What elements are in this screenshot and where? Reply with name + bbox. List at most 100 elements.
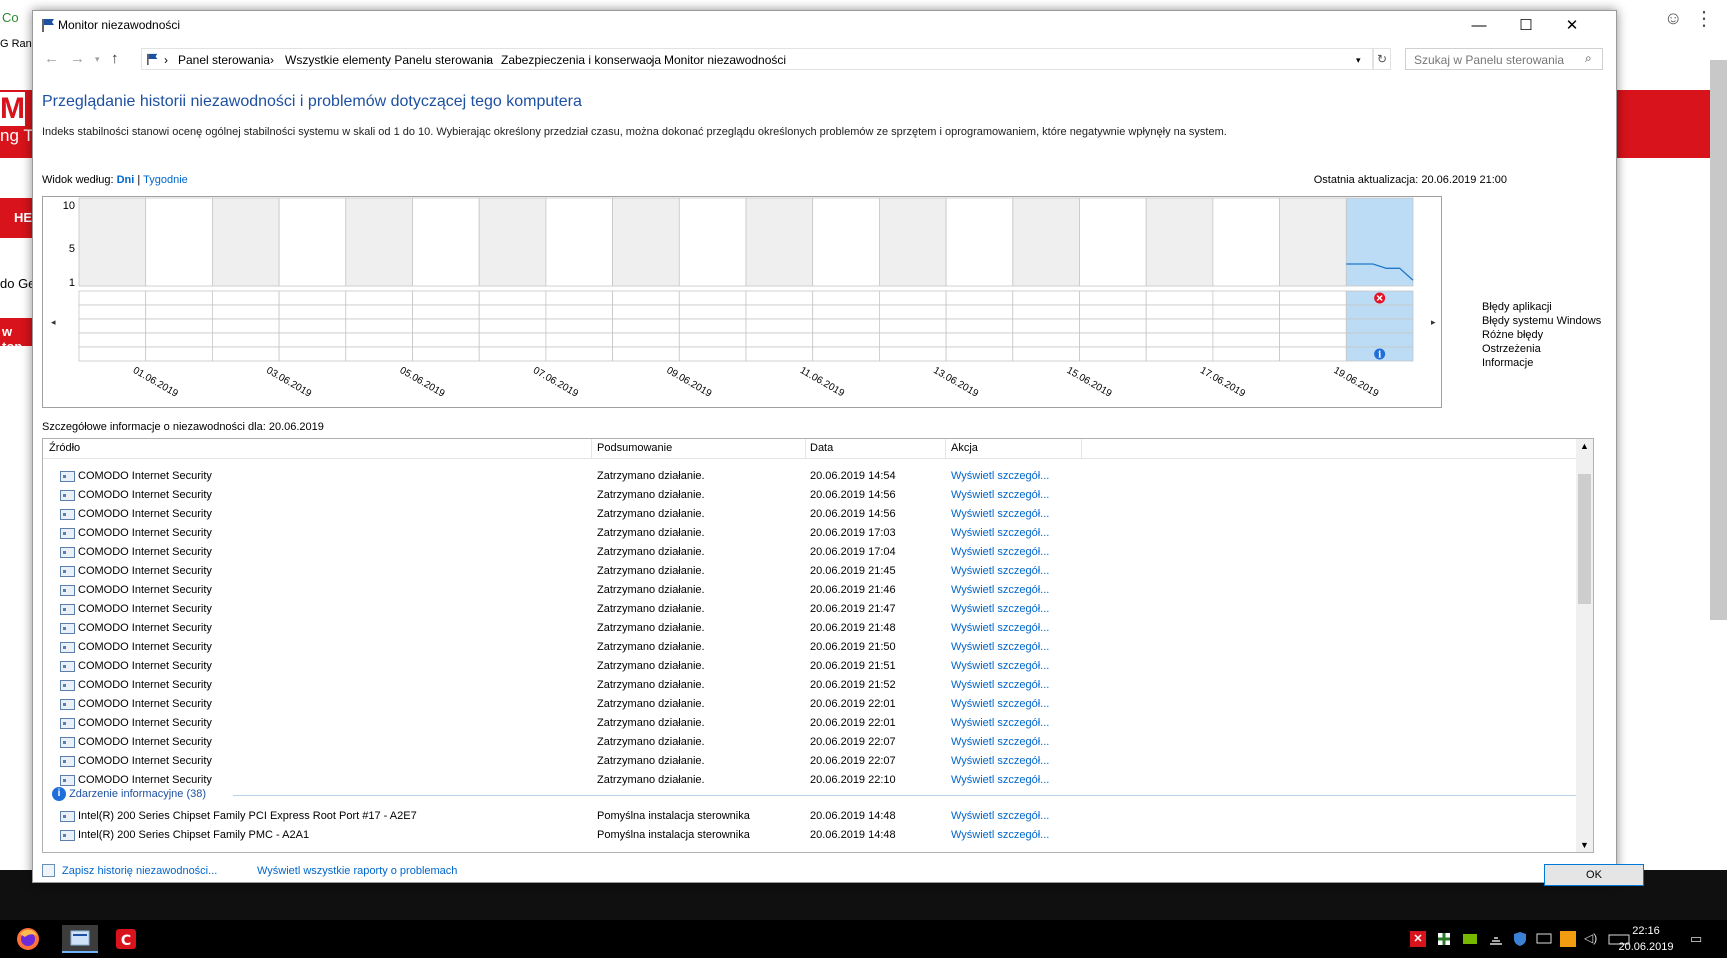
- event-cell[interactable]: [1279, 332, 1347, 348]
- recent-locations-icon[interactable]: ▾: [95, 54, 100, 65]
- event-cell[interactable]: [678, 318, 747, 334]
- close-button[interactable]: ✕: [1549, 11, 1595, 41]
- event-cell[interactable]: [1012, 346, 1080, 362]
- event-cell[interactable]: [145, 318, 213, 334]
- event-cell[interactable]: [879, 346, 947, 362]
- table-row[interactable]: COMODO Internet Security Zatrzymano dział…: [43, 486, 1577, 505]
- table-row[interactable]: COMODO Internet Security Zatrzymano dział…: [43, 619, 1577, 638]
- table-row[interactable]: COMODO Internet Security Zatrzymano dział…: [43, 695, 1577, 714]
- event-cell[interactable]: [412, 304, 480, 320]
- back-icon[interactable]: ←: [44, 50, 59, 67]
- view-details-link[interactable]: Wyświetl szczegół...: [951, 603, 1049, 615]
- event-cell[interactable]: [345, 304, 413, 320]
- event-cell[interactable]: [1079, 290, 1147, 306]
- event-cell[interactable]: [1212, 290, 1281, 306]
- event-cell[interactable]: [1145, 304, 1214, 320]
- volume-icon[interactable]: ◁): [1584, 931, 1600, 947]
- view-all-reports-link[interactable]: Wyświetl wszystkie raporty o problemach: [257, 865, 457, 877]
- event-cell[interactable]: [345, 318, 413, 334]
- event-cell[interactable]: [545, 318, 613, 334]
- site-button-fragment[interactable]: HE: [0, 198, 32, 238]
- event-cell[interactable]: [211, 290, 280, 306]
- event-cell[interactable]: [1279, 318, 1347, 334]
- stability-chart[interactable]: 10 5 1 ◂ ▸ 01.06.2019 03.06.2019 05.06.2019 07.0…: [42, 196, 1442, 408]
- group-header-information[interactable]: i Zdarzenie informacyjne (38): [52, 787, 206, 801]
- scroll-down-icon[interactable]: ▼: [1580, 840, 1589, 850]
- view-details-link[interactable]: Wyświetl szczegół...: [951, 565, 1049, 577]
- event-cell[interactable]: [412, 318, 480, 334]
- event-cell[interactable]: [278, 332, 347, 348]
- view-details-link[interactable]: Wyświetl szczegół...: [951, 829, 1049, 841]
- event-cell[interactable]: [1012, 304, 1080, 320]
- header-action[interactable]: Akcja: [951, 442, 978, 454]
- column-divider[interactable]: [945, 439, 946, 459]
- table-scrollbar[interactable]: ▲ ▼: [1576, 439, 1593, 852]
- breadcrumb-item[interactable]: Zabezpieczenia i konserwacja: [501, 53, 661, 67]
- event-cell[interactable]: [945, 318, 1014, 334]
- event-cell[interactable]: [1145, 290, 1214, 306]
- reliability-monitor-taskbar-button[interactable]: [62, 925, 98, 953]
- event-cell[interactable]: [545, 346, 613, 362]
- up-icon[interactable]: ↑: [111, 50, 119, 67]
- chart-column[interactable]: [145, 197, 213, 287]
- chart-column[interactable]: [745, 197, 814, 287]
- event-cell[interactable]: [145, 290, 213, 306]
- scroll-up-icon[interactable]: ▲: [1580, 441, 1589, 451]
- table-row[interactable]: COMODO Internet Security Zatrzymano dział…: [43, 524, 1577, 543]
- event-cell[interactable]: [812, 318, 880, 334]
- table-row[interactable]: COMODO Internet Security Zatrzymano dział…: [43, 733, 1577, 752]
- firefox-icon[interactable]: [14, 925, 42, 953]
- breadcrumb-item[interactable]: Monitor niezawodności: [664, 53, 786, 67]
- event-cell[interactable]: [412, 290, 480, 306]
- column-divider[interactable]: [1081, 439, 1082, 459]
- event-cell[interactable]: [478, 318, 547, 334]
- event-cell[interactable]: [1079, 346, 1147, 362]
- event-cell[interactable]: [145, 346, 213, 362]
- event-cell[interactable]: [612, 332, 680, 348]
- table-row[interactable]: COMODO Internet Security Zatrzymano dział…: [43, 562, 1577, 581]
- event-cell[interactable]: [278, 304, 347, 320]
- refresh-icon[interactable]: ↻: [1373, 48, 1391, 70]
- event-cell[interactable]: [278, 346, 347, 362]
- header-date[interactable]: Data: [810, 442, 833, 454]
- save-history-link[interactable]: Zapisz historię niezawodności...: [62, 865, 217, 877]
- table-row[interactable]: COMODO Internet Security Zatrzymano dział…: [43, 505, 1577, 524]
- table-row[interactable]: COMODO Internet Security Zatrzymano dział…: [43, 676, 1577, 695]
- event-cell[interactable]: [1145, 346, 1214, 362]
- search-input[interactable]: Szukaj w Panelu sterowania: [1405, 48, 1603, 70]
- table-row[interactable]: COMODO Internet Security Zatrzymano dział…: [43, 467, 1577, 486]
- event-cell[interactable]: [945, 304, 1014, 320]
- chart-column[interactable]: [78, 197, 147, 287]
- chart-scroll-right-icon[interactable]: ▸: [1431, 318, 1436, 328]
- event-cell[interactable]: [211, 346, 280, 362]
- event-cell[interactable]: [945, 290, 1014, 306]
- event-cell[interactable]: [1012, 332, 1080, 348]
- event-cell[interactable]: [745, 290, 814, 306]
- view-details-link[interactable]: Wyświetl szczegół...: [951, 641, 1049, 653]
- event-cell[interactable]: [1279, 346, 1347, 362]
- event-cell[interactable]: [278, 290, 347, 306]
- event-cell[interactable]: [78, 346, 147, 362]
- event-cell[interactable]: [412, 346, 480, 362]
- event-cell[interactable]: [1079, 332, 1147, 348]
- view-details-link[interactable]: Wyświetl szczegół...: [951, 508, 1049, 520]
- chart-scroll-left-icon[interactable]: ◂: [51, 318, 56, 328]
- event-cell[interactable]: [78, 304, 147, 320]
- event-cell[interactable]: [612, 290, 680, 306]
- event-cell[interactable]: [345, 346, 413, 362]
- event-cell[interactable]: [345, 332, 413, 348]
- comodo-tray-icon[interactable]: ✕: [1410, 931, 1426, 947]
- chart-column[interactable]: [945, 197, 1014, 287]
- event-cell[interactable]: [478, 304, 547, 320]
- event-cell[interactable]: [812, 304, 880, 320]
- app-tray-icon[interactable]: [1560, 931, 1576, 947]
- breadcrumb-item[interactable]: Panel sterowania: [178, 53, 270, 67]
- event-cell[interactable]: [745, 346, 814, 362]
- event-cell[interactable]: [879, 290, 947, 306]
- event-cell[interactable]: [879, 332, 947, 348]
- event-cell[interactable]: [145, 332, 213, 348]
- chart-column[interactable]: [612, 197, 680, 287]
- chart-column[interactable]: [278, 197, 347, 287]
- event-cell[interactable]: [812, 332, 880, 348]
- event-cell[interactable]: [78, 332, 147, 348]
